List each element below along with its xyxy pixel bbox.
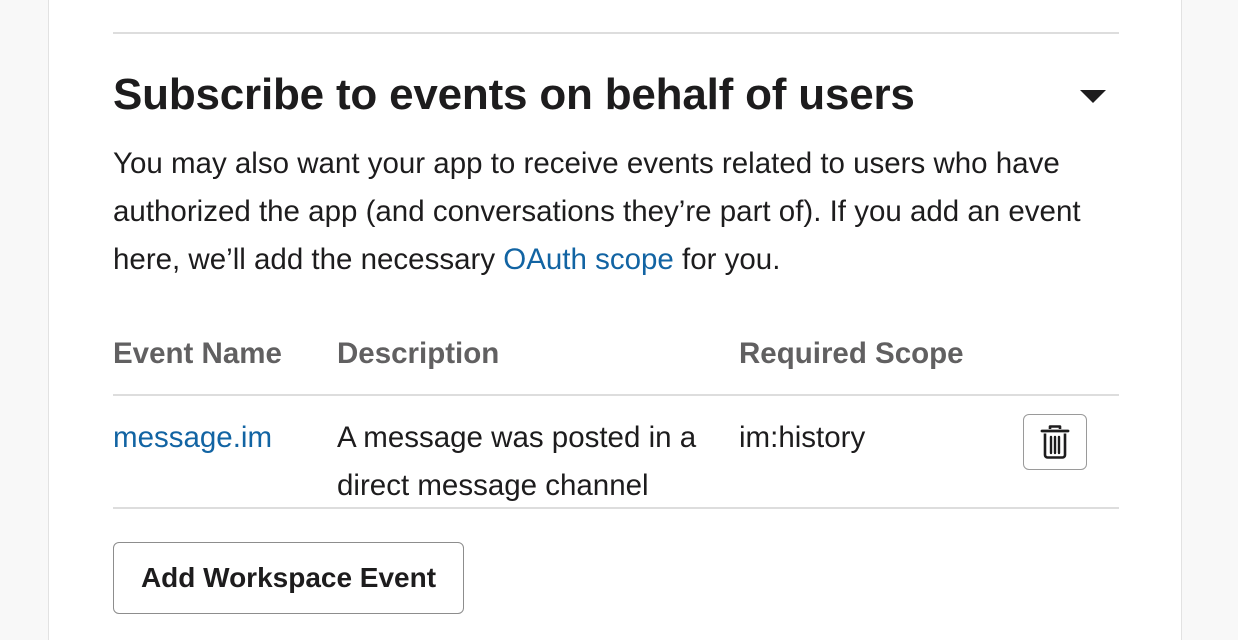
add-workspace-event-button[interactable]: Add Workspace Event [113,542,464,614]
event-subscriptions-card: Subscribe to events on behalf of users Y… [48,0,1182,640]
event-name-link[interactable]: message.im [113,414,272,462]
section-title: Subscribe to events on behalf of users [113,70,915,119]
column-header-event-name: Event Name [113,337,282,370]
table-divider [113,507,1119,509]
collapse-toggle[interactable] [1073,80,1113,112]
section-description: You may also want your app to receive ev… [113,140,1123,284]
table-divider [113,394,1119,396]
column-header-required-scope: Required Scope [739,337,964,370]
column-header-description: Description [337,337,500,370]
description-text-end: for you. [673,243,781,276]
oauth-scope-link[interactable]: OAuth scope [503,243,674,276]
event-required-scope: im:history [739,421,866,454]
section-divider [113,32,1119,34]
trash-icon [1040,425,1070,459]
event-description: A message was posted in a direct message… [337,421,697,502]
caret-down-icon [1080,89,1106,103]
delete-event-button[interactable] [1023,414,1087,470]
